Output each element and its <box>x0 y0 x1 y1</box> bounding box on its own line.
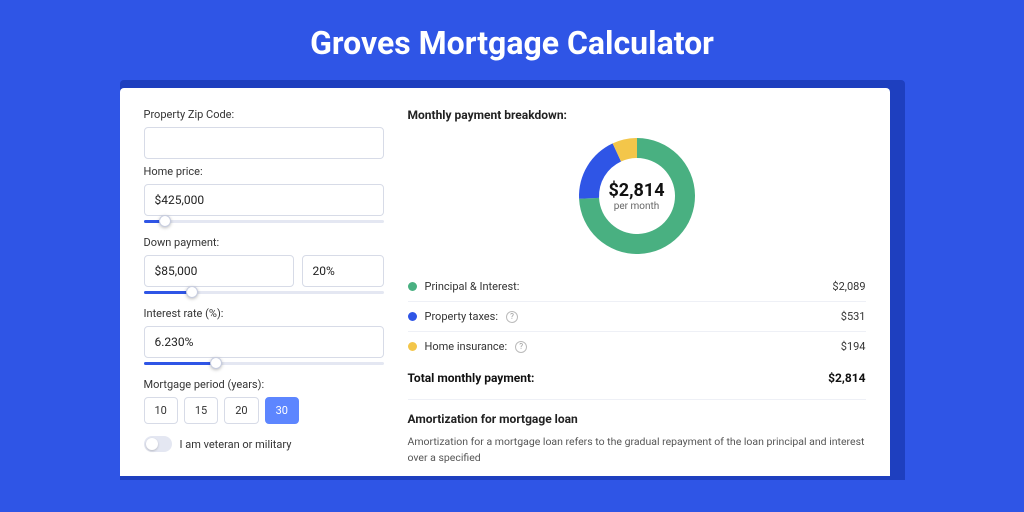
donut-wrap: $2,814 per month <box>408 136 866 256</box>
home-price-input[interactable] <box>144 184 384 216</box>
breakdown-title: Monthly payment breakdown: <box>408 108 866 122</box>
down-payment-label: Down payment: <box>144 236 384 249</box>
breakdown-item: Property taxes:? $531 <box>408 302 866 332</box>
veteran-row: I am veteran or military <box>144 436 384 452</box>
breakdown-label: Principal & Interest: <box>425 280 520 293</box>
breakdown-item: Home insurance:? $194 <box>408 332 866 361</box>
home-price-slider[interactable] <box>144 214 384 230</box>
interest-rate-input[interactable] <box>144 326 384 358</box>
donut-sub: per month <box>614 201 660 212</box>
period-option-20[interactable]: 20 <box>224 397 258 424</box>
down-payment-slider[interactable] <box>144 285 384 301</box>
donut-chart: $2,814 per month <box>577 136 697 256</box>
period-option-15[interactable]: 15 <box>184 397 218 424</box>
interest-rate-slider[interactable] <box>144 356 384 372</box>
veteran-toggle[interactable] <box>144 436 172 452</box>
breakdown-value: $531 <box>841 310 866 323</box>
total-value: $2,814 <box>828 371 865 385</box>
page-title: Groves Mortgage Calculator <box>0 0 1024 80</box>
period-segmented: 101520 30 <box>144 397 384 424</box>
calculator-card: Property Zip Code: Home price: Down paym… <box>120 88 890 476</box>
amortization-title: Amortization for mortgage loan <box>408 399 866 426</box>
period-option-30[interactable]: 30 <box>265 397 299 424</box>
home-price-label: Home price: <box>144 165 384 178</box>
interest-rate-label: Interest rate (%): <box>144 307 384 320</box>
card-shadow: Property Zip Code: Home price: Down paym… <box>120 80 905 480</box>
legend-dot <box>408 312 417 321</box>
info-icon[interactable]: ? <box>506 311 518 323</box>
info-icon[interactable]: ? <box>515 341 527 353</box>
zip-label: Property Zip Code: <box>144 108 384 121</box>
donut-center: $2,814 per month <box>577 136 697 256</box>
breakdown-value: $194 <box>841 340 866 353</box>
interest-rate-field: Interest rate (%): <box>144 307 384 372</box>
down-payment-pct-input[interactable] <box>302 255 384 287</box>
breakdown-label: Home insurance: <box>425 340 508 353</box>
breakdown-label: Property taxes: <box>425 310 498 323</box>
total-label: Total monthly payment: <box>408 371 535 385</box>
total-row: Total monthly payment: $2,814 <box>408 361 866 399</box>
breakdown-list: Principal & Interest: $2,089 Property taxe… <box>408 272 866 361</box>
zip-input[interactable] <box>144 127 384 159</box>
period-field: Mortgage period (years): 101520 30 <box>144 378 384 424</box>
period-label: Mortgage period (years): <box>144 378 384 391</box>
home-price-field: Home price: <box>144 165 384 230</box>
breakdown-item: Principal & Interest: $2,089 <box>408 272 866 302</box>
down-payment-input[interactable] <box>144 255 294 287</box>
results-panel: Monthly payment breakdown: $2,814 per mo… <box>408 108 866 466</box>
legend-dot <box>408 342 417 351</box>
period-option-10[interactable]: 10 <box>144 397 178 424</box>
zip-field: Property Zip Code: <box>144 108 384 159</box>
form-panel: Property Zip Code: Home price: Down paym… <box>144 108 384 466</box>
amortization-text: Amortization for a mortgage loan refers … <box>408 434 866 466</box>
legend-dot <box>408 282 417 291</box>
veteran-label: I am veteran or military <box>180 438 292 451</box>
donut-value: $2,814 <box>608 180 664 201</box>
down-payment-field: Down payment: <box>144 236 384 301</box>
breakdown-value: $2,089 <box>832 280 865 293</box>
